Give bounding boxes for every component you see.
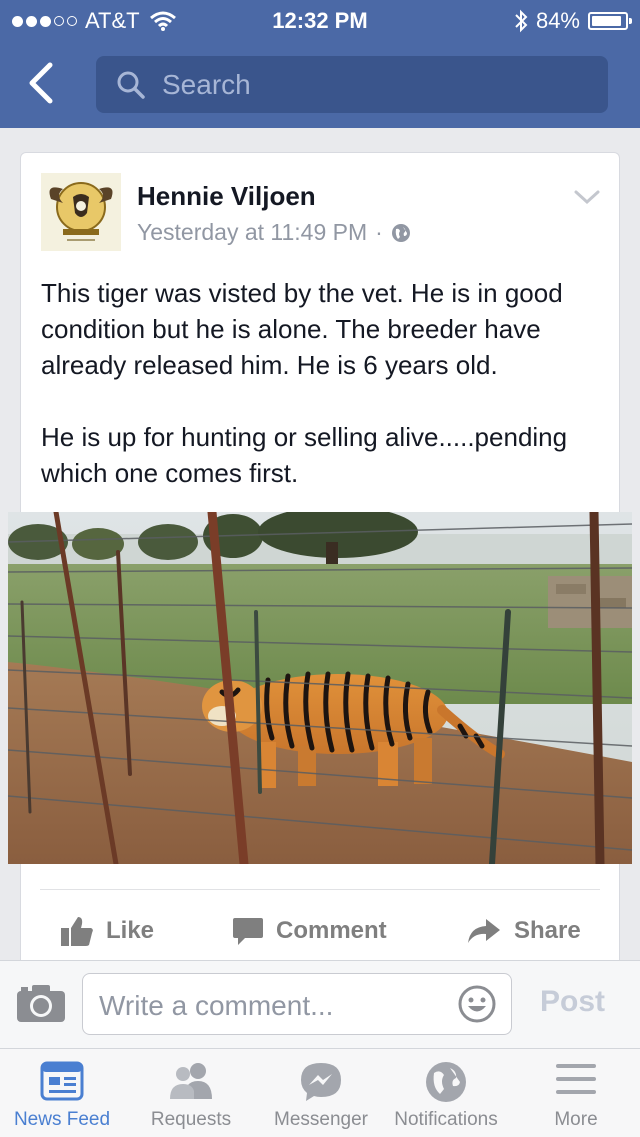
tab-more[interactable]: More [520,1049,632,1137]
globe-icon [426,1062,466,1102]
like-label: Like [106,917,155,944]
post-timestamp[interactable]: Yesterday at 11:49 PM [137,219,367,246]
top-bar: AT&T 12:32 PM 84% [0,0,640,128]
post-comment-button[interactable]: Post [540,985,605,1019]
tab-label: Requests [150,1109,232,1130]
bluetooth-icon [515,9,528,33]
menu-icon [556,1064,596,1094]
post-paragraph: He is up for hunting or selling alive...… [41,422,568,488]
status-right: 84% [514,8,632,34]
status-bar: AT&T 12:32 PM 84% [0,0,640,40]
share-label: Share [514,917,581,944]
tab-news-feed[interactable]: News Feed [0,1049,124,1137]
share-button[interactable]: Share [466,905,581,957]
search-icon [117,71,145,99]
tab-label: Notifications [394,1109,498,1130]
tab-label: News Feed [13,1109,111,1130]
messenger-icon [301,1063,341,1101]
post-body: This tiger was visted by the vet. He is … [41,275,609,527]
tiger-behind-fence-image [8,512,632,864]
author-avatar[interactable] [41,173,121,251]
battery-icon [588,12,632,30]
requests-icon [170,1063,212,1099]
share-arrow-icon [468,919,500,943]
comment-field[interactable] [82,973,512,1035]
bottom-tab-bar: News Feed Requests Messenger Notificatio… [0,1048,640,1137]
comment-label: Comment [276,917,387,944]
meta-separator: · [375,219,383,245]
actions-divider [40,889,600,890]
post-author-name[interactable]: Hennie Viljoen [137,181,316,212]
back-button[interactable] [26,62,66,106]
comment-button[interactable]: Comment [232,905,387,957]
post-meta: Yesterday at 11:49 PM · [137,219,411,246]
post-photo[interactable] [8,512,632,864]
search-input[interactable] [160,66,584,104]
like-button[interactable]: Like [60,905,154,957]
comment-input[interactable] [97,986,441,1026]
tab-messenger[interactable]: Messenger [262,1049,380,1137]
hunting-logo-avatar [41,173,121,251]
camera-icon[interactable] [16,983,66,1023]
search-bar[interactable] [96,56,608,113]
globe-icon [391,223,410,242]
battery-percent: 84% [535,8,580,33]
chevron-left-icon [29,62,53,104]
post-actions: Like Comment Share [0,905,640,957]
tab-notifications[interactable]: Notifications [384,1049,508,1137]
emoji-smiley-icon[interactable] [457,984,497,1024]
thumbs-up-icon [61,917,93,946]
tab-label: Messenger [274,1109,368,1130]
tab-label: More [554,1109,598,1130]
post-options-chevron-icon[interactable] [573,187,601,207]
speech-bubble-icon [233,918,263,945]
news-feed-icon [40,1061,84,1101]
post-paragraph: This tiger was visted by the vet. He is … [41,278,563,380]
comment-bar: Post [0,960,640,1049]
tab-requests[interactable]: Requests [132,1049,250,1137]
